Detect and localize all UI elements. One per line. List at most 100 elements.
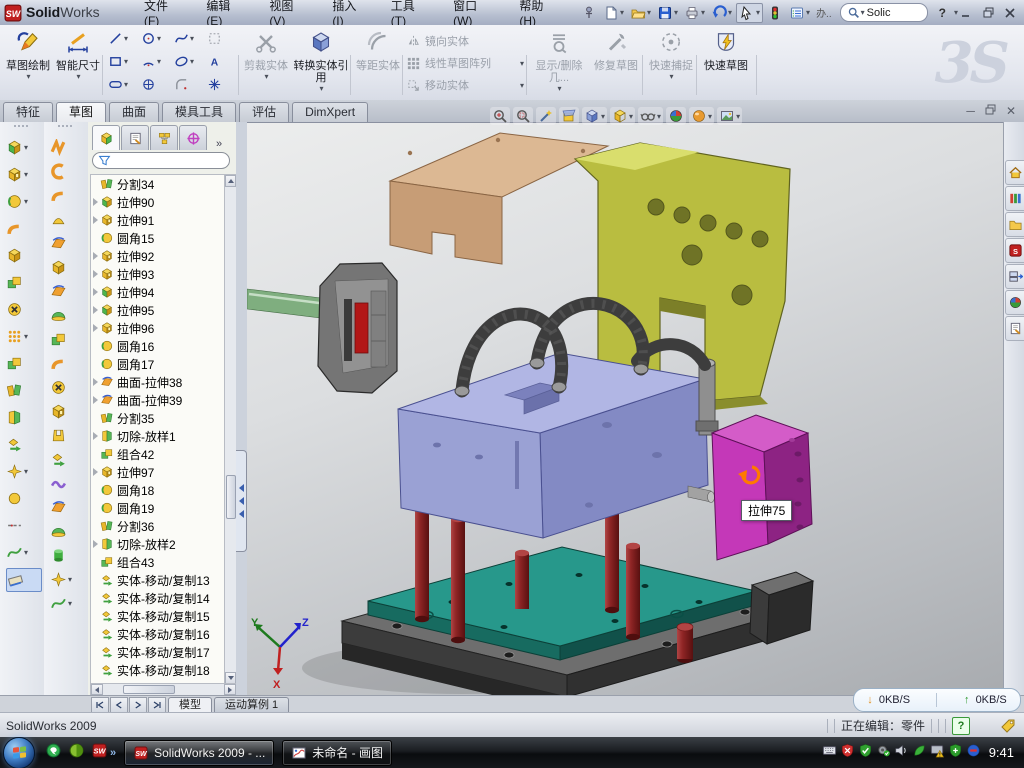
close-icon[interactable] xyxy=(1002,6,1018,20)
scroll-thumb[interactable] xyxy=(226,475,236,519)
toolbar-grip[interactable] xyxy=(58,125,72,131)
sketch-entity-point[interactable] xyxy=(207,77,222,92)
ltb1-tool-movecopy[interactable] xyxy=(6,433,40,455)
tree-item[interactable]: 实体-移动/复制17 xyxy=(91,643,224,661)
sketch-entity-arc[interactable]: ▾ xyxy=(141,54,161,69)
tree-tabs-overflow[interactable]: » xyxy=(216,138,222,150)
expand-arrow-icon[interactable] xyxy=(93,396,98,404)
newdoc-button[interactable]: ▾ xyxy=(601,4,626,22)
cmd-移动实体[interactable]: 移动实体▾ xyxy=(406,75,524,95)
sketch-entity-line[interactable]: ▾ xyxy=(108,31,128,46)
tree-item[interactable]: 曲面-拉伸38 xyxy=(91,373,224,391)
expand-arrow-icon[interactable] xyxy=(93,270,98,278)
scroll-up-icon[interactable] xyxy=(225,175,236,187)
tree-item[interactable]: 拉伸95 xyxy=(91,301,224,319)
red-bushing[interactable] xyxy=(677,623,693,663)
tray-speaker[interactable] xyxy=(894,743,909,763)
tray-shieldred[interactable] xyxy=(840,743,855,763)
tree-item[interactable]: 拉伸94 xyxy=(91,283,224,301)
ltb2-tool-combine[interactable] xyxy=(50,328,84,350)
tree-item[interactable]: 拉伸96 xyxy=(91,319,224,337)
expand-arrow-icon[interactable] xyxy=(93,216,98,224)
tree-item[interactable]: 曲面-拉伸39 xyxy=(91,391,224,409)
ltb1-tool-extrude3d[interactable]: ▾ xyxy=(6,136,40,158)
taskbar-clock[interactable]: 9:41 xyxy=(989,745,1014,760)
quicklaunch-ballqq[interactable] xyxy=(68,742,85,764)
taskpane-library-tab[interactable] xyxy=(1005,186,1024,211)
tray-keyboard[interactable] xyxy=(822,743,837,763)
headsup-sphere-button[interactable] xyxy=(666,107,686,125)
ltb2-tool-cylg[interactable] xyxy=(50,544,84,566)
save-button[interactable]: ▾ xyxy=(655,4,680,22)
sketch-entity-rect[interactable]: ▾ xyxy=(108,54,128,69)
scroll-left-icon[interactable] xyxy=(91,684,103,695)
doc-restore-icon[interactable] xyxy=(985,102,996,120)
restore-icon[interactable] xyxy=(980,6,996,20)
ltb1-tool-cubewin[interactable]: ▾ xyxy=(6,163,40,185)
tree-item[interactable]: 圆角19 xyxy=(91,499,224,517)
top-clamp-plate[interactable] xyxy=(390,133,608,264)
scroll-thumb[interactable] xyxy=(123,685,175,694)
headsup-zoomfit-button[interactable] xyxy=(490,107,510,125)
ltb2-tool-movecopy[interactable] xyxy=(50,448,84,470)
tray-gearcheck[interactable] xyxy=(876,743,891,763)
headsup-displaycube-button[interactable]: ▾ xyxy=(610,107,635,125)
pin-button[interactable] xyxy=(579,4,599,22)
ltb2-tool-cube[interactable] xyxy=(50,256,84,278)
ltb2-tool-dome[interactable] xyxy=(50,304,84,326)
listopts-button[interactable]: ▾ xyxy=(787,4,812,22)
dropdown-arrow-icon[interactable]: ▾ xyxy=(674,8,678,17)
doc-close-icon[interactable]: ✕ xyxy=(1006,102,1016,120)
tree-item[interactable]: 分割36 xyxy=(91,517,224,535)
tree-item[interactable]: 圆角17 xyxy=(91,355,224,373)
cursor-button[interactable]: ▾ xyxy=(736,3,763,23)
ltb2-tool-star[interactable]: ▾ xyxy=(50,568,84,590)
quicklaunch-swcube[interactable]: SW xyxy=(91,742,108,764)
sketch-entity-circle[interactable]: ▾ xyxy=(141,31,161,46)
ltb1-tool-elbow[interactable] xyxy=(6,217,40,239)
ltb2-tool-surface[interactable] xyxy=(50,496,84,518)
tree-item[interactable]: 圆角16 xyxy=(91,337,224,355)
task-button-active[interactable]: SWSolidWorks 2009 - ... xyxy=(124,740,274,766)
tab-模具工具[interactable]: 模具工具 xyxy=(162,102,236,122)
headsup-glasses-button[interactable]: ▾ xyxy=(638,107,663,125)
tab-草图[interactable]: 草图 xyxy=(56,102,106,122)
nozzle-clamp-section[interactable] xyxy=(318,263,397,393)
scroll-right-icon[interactable] xyxy=(224,684,236,695)
tree-item[interactable]: 切除-放样1 xyxy=(91,427,224,445)
ltb1-tool-spline2[interactable]: ▾ xyxy=(6,541,40,563)
expand-arrow-icon[interactable] xyxy=(93,306,98,314)
sketch-entity-selbox[interactable] xyxy=(207,31,222,46)
ltb1-tool-circlex[interactable] xyxy=(6,298,40,320)
tree-item[interactable]: 拉伸97 xyxy=(91,463,224,481)
nav-next-button[interactable] xyxy=(129,697,147,713)
doc-minimize-icon[interactable]: ─ xyxy=(966,102,975,120)
tree-item[interactable]: 实体-移动/复制14 xyxy=(91,589,224,607)
bottom-tab-运动算例 1[interactable]: 运动算例 1 xyxy=(214,697,289,713)
tree-item[interactable]: 实体-移动/复制16 xyxy=(91,625,224,643)
cmd-转换实体引用[interactable]: 转换实体引用▾ xyxy=(292,27,350,97)
ltb2-tool-elbow[interactable] xyxy=(50,184,84,206)
clamp-wedge-block[interactable] xyxy=(750,572,813,644)
quicklaunch-messenger[interactable] xyxy=(45,742,62,764)
nav-last-button[interactable] xyxy=(148,697,166,713)
tree-item[interactable]: 拉伸90 xyxy=(91,193,224,211)
ltb2-tool-wave[interactable] xyxy=(50,472,84,494)
cmd-草图绘制[interactable]: 草图绘制▾ xyxy=(4,27,52,97)
expand-arrow-icon[interactable] xyxy=(93,468,98,476)
tab-特征[interactable]: 特征 xyxy=(3,102,53,122)
expand-arrow-icon[interactable] xyxy=(93,432,98,440)
dropdown-arrow-icon[interactable]: ▾ xyxy=(806,8,810,17)
tree-tab-proptab[interactable] xyxy=(121,125,149,150)
search-box[interactable]: ▾ xyxy=(840,3,928,22)
tree-item[interactable]: 圆角18 xyxy=(91,481,224,499)
sketch-entity-textA[interactable]: A xyxy=(207,54,222,69)
tree-tab-dimxtab[interactable] xyxy=(179,125,207,150)
ltb1-tool-fillet[interactable]: ▾ xyxy=(6,190,40,212)
expand-arrow-icon[interactable] xyxy=(93,324,98,332)
graphics-viewport[interactable]: Y Z X 拉伸75 xyxy=(247,122,1003,696)
tray-leaf[interactable] xyxy=(912,743,927,763)
headsup-wand-button[interactable] xyxy=(536,107,556,125)
tree-item[interactable]: 拉伸91 xyxy=(91,211,224,229)
expand-arrow-icon[interactable] xyxy=(93,198,98,206)
